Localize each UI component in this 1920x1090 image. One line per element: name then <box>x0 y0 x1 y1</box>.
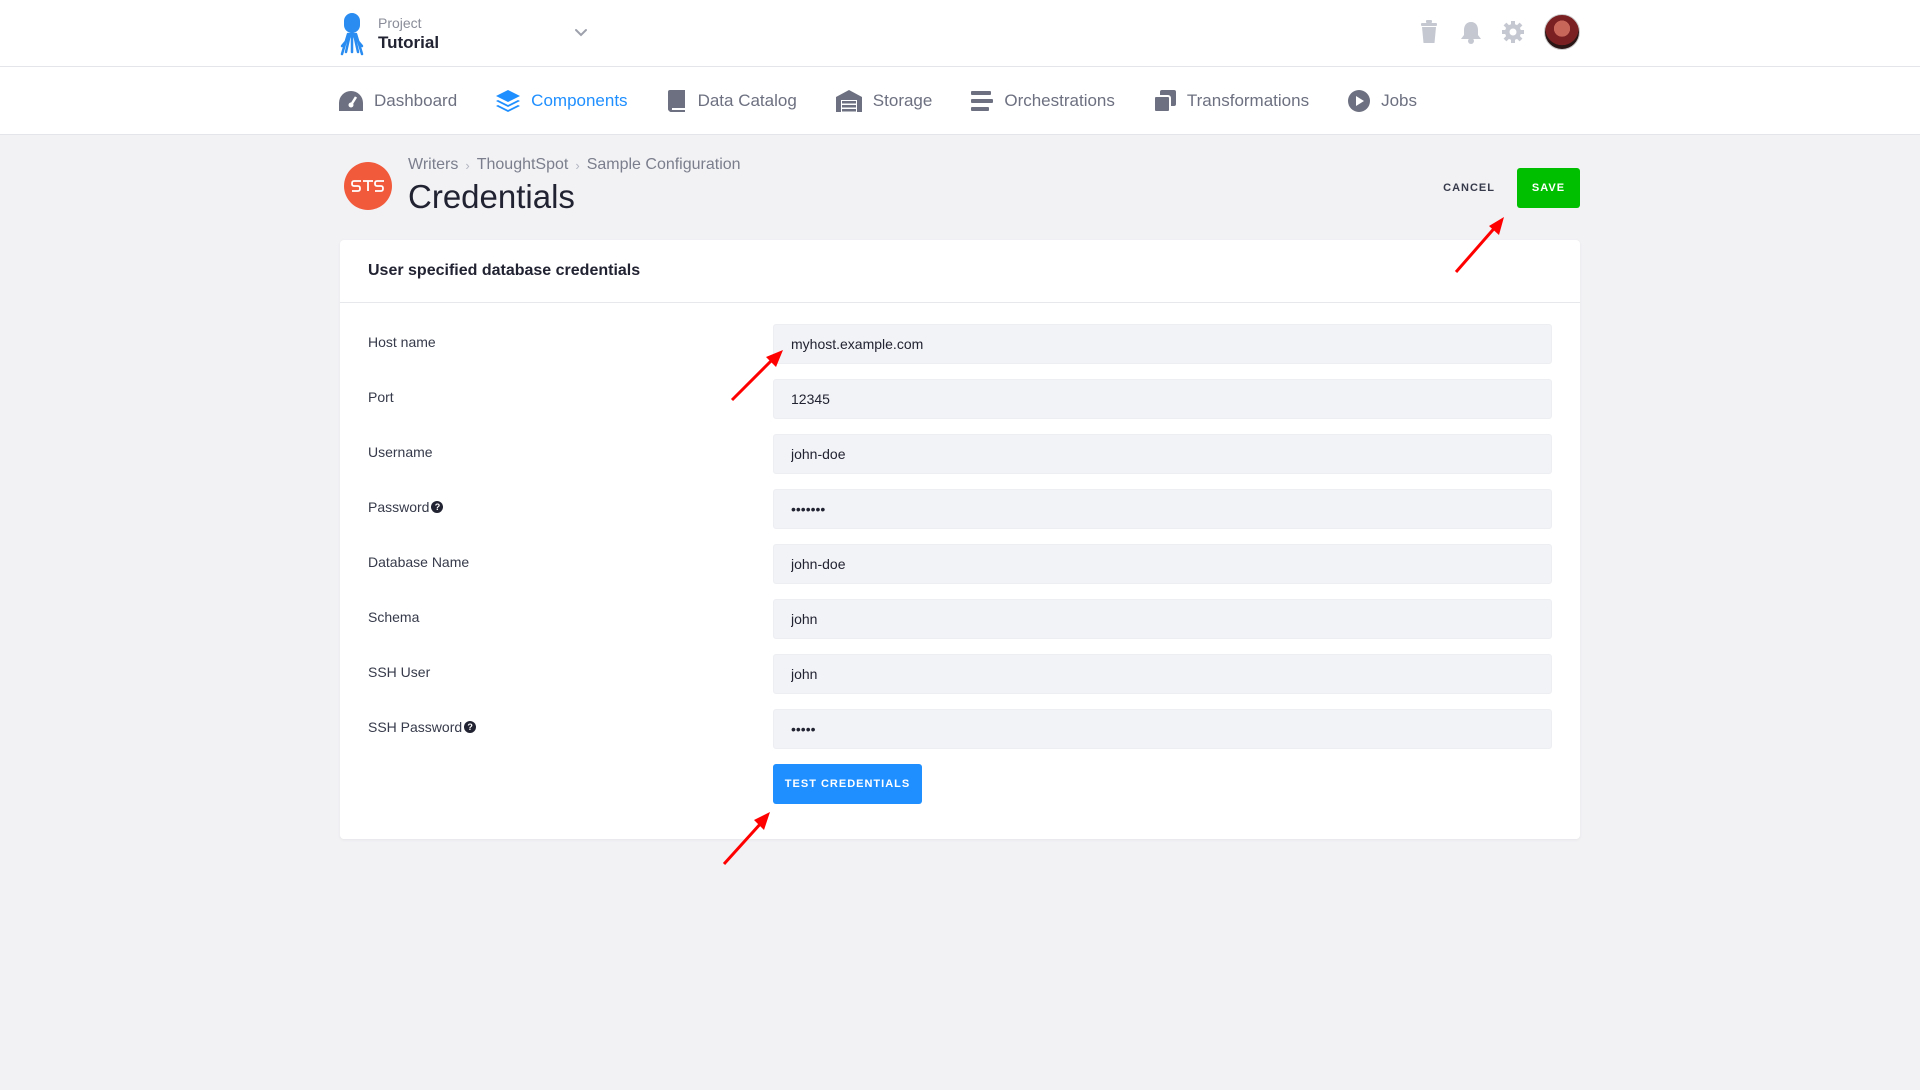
page-header: Writers › ThoughtSpot › Sample Configura… <box>340 150 1580 220</box>
keboola-logo-icon <box>340 13 364 56</box>
play-circle-icon <box>1348 90 1371 112</box>
nav-item-transformations[interactable]: Transformations <box>1152 89 1310 113</box>
help-icon[interactable]: ? <box>431 501 444 513</box>
form-row-ssh-password: SSH Password? <box>340 709 1580 749</box>
form-row-port: Port <box>340 379 1580 419</box>
breadcrumb-separator: › <box>465 157 470 173</box>
main-nav-bar: Dashboard Components Data Catalog Storag… <box>0 67 1920 135</box>
cancel-button[interactable]: CANCEL <box>1429 168 1509 208</box>
warehouse-icon <box>835 90 862 112</box>
project-switcher[interactable]: Project Tutorial <box>336 11 439 57</box>
port-field[interactable] <box>773 379 1552 419</box>
database-name-field[interactable] <box>773 544 1552 584</box>
top-bar: Project Tutorial <box>0 0 1920 67</box>
nav-label-orchestrations: Orchestrations <box>1004 91 1115 110</box>
nav-item-storage[interactable]: Storage <box>835 89 933 113</box>
bell-icon[interactable] <box>1458 19 1484 45</box>
layers-icon <box>496 90 521 112</box>
username-label: Username <box>368 444 433 460</box>
nav-item-orchestrations[interactable]: Orchestrations <box>970 90 1115 112</box>
copy-icon <box>1152 90 1176 113</box>
nav-label-jobs: Jobs <box>1381 91 1417 110</box>
password-label: Password? <box>368 499 444 515</box>
form-row-username: Username <box>340 434 1580 474</box>
nav-item-data-catalog[interactable]: Data Catalog <box>666 89 797 113</box>
breadcrumb: Writers › ThoughtSpot › Sample Configura… <box>408 156 741 174</box>
username-field[interactable] <box>773 434 1552 474</box>
form-row-schema: Schema <box>340 599 1580 639</box>
help-icon[interactable]: ? <box>464 721 477 733</box>
nav-label-data-catalog: Data Catalog <box>697 91 797 110</box>
ssh-password-label: SSH Password? <box>368 719 477 735</box>
gear-icon[interactable] <box>1500 19 1526 45</box>
project-name: Tutorial <box>378 33 440 52</box>
port-label: Port <box>368 389 394 405</box>
test-credentials-button[interactable]: TEST CREDENTIALS <box>773 764 922 804</box>
form-row-password: Password? <box>340 489 1580 529</box>
breadcrumb-separator: › <box>575 157 580 173</box>
schema-label: Schema <box>368 609 420 625</box>
project-label: Project <box>378 15 422 31</box>
page-title: Credentials <box>408 178 575 215</box>
nav-label-storage: Storage <box>872 91 933 110</box>
credentials-card: User specified database credentials Host… <box>340 240 1580 839</box>
nav-item-dashboard[interactable]: Dashboard <box>338 90 457 112</box>
nav-label-dashboard: Dashboard <box>374 91 458 110</box>
book-icon <box>667 90 685 112</box>
host-name-label: Host name <box>368 334 436 350</box>
nav-item-jobs[interactable]: Jobs <box>1347 89 1417 113</box>
host-name-field[interactable] <box>773 324 1552 364</box>
ssh-password-field[interactable] <box>773 709 1552 749</box>
breadcrumb-sample-configuration[interactable]: Sample Configuration <box>587 156 741 174</box>
database-name-label: Database Name <box>368 554 470 570</box>
breadcrumb-thoughtspot[interactable]: ThoughtSpot <box>477 156 569 174</box>
thoughtspot-logo-icon <box>344 162 392 210</box>
nav-label-transformations: Transformations <box>1186 91 1310 110</box>
password-field[interactable] <box>773 489 1552 529</box>
form-row-ssh-user: SSH User <box>340 654 1580 694</box>
save-button[interactable]: SAVE <box>1517 168 1580 208</box>
schema-field[interactable] <box>773 599 1552 639</box>
breadcrumb-writers[interactable]: Writers <box>408 156 458 174</box>
trash-icon[interactable] <box>1416 19 1442 45</box>
ssh-user-label: SSH User <box>368 664 431 680</box>
bars-icon <box>971 91 994 111</box>
nav-item-components[interactable]: Components <box>495 89 628 113</box>
form-row-host-name: Host name <box>340 324 1580 364</box>
nav-label-components: Components <box>531 91 628 110</box>
speedometer-icon <box>339 91 363 111</box>
avatar[interactable] <box>1544 14 1580 50</box>
form-row-database-name: Database Name <box>340 544 1580 584</box>
card-title: User specified database credentials <box>340 240 1580 303</box>
ssh-user-field[interactable] <box>773 654 1552 694</box>
chevron-down-icon[interactable] <box>572 24 590 42</box>
